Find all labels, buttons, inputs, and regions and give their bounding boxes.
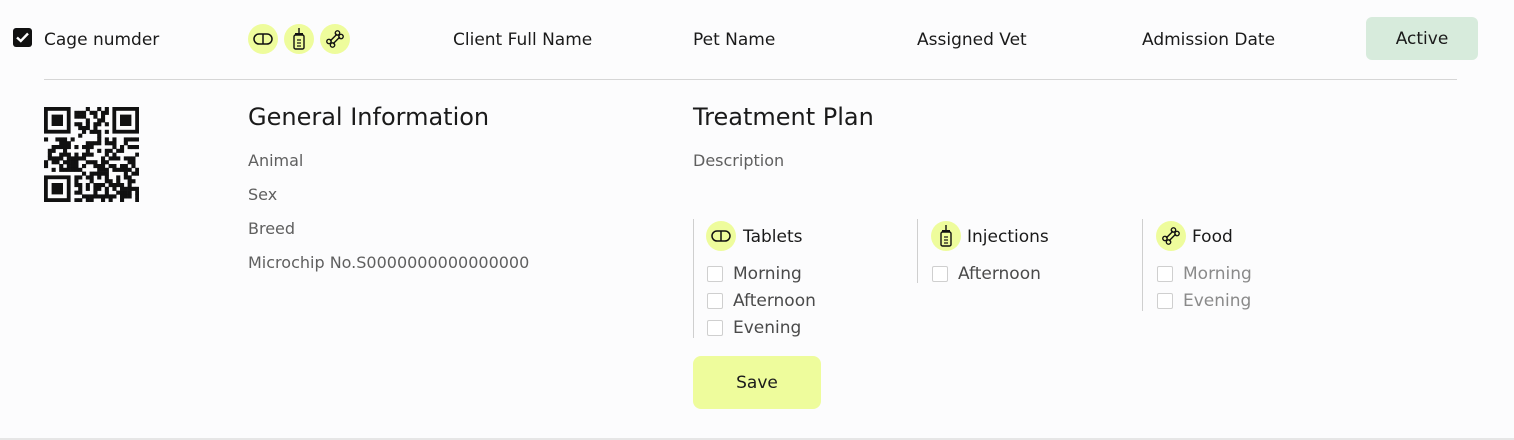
injections-title: Injections — [967, 227, 1049, 247]
row-checkbox[interactable] — [13, 28, 32, 47]
bone-icon — [320, 24, 350, 54]
general-info-title: General Information — [248, 103, 490, 131]
option-label: Afternoon — [958, 264, 1041, 284]
cage-number-label: Cage numder — [44, 30, 160, 50]
checkbox[interactable] — [707, 266, 723, 282]
food-divider — [1142, 219, 1143, 311]
status-badge[interactable]: Active — [1366, 17, 1478, 60]
vial-icon — [931, 221, 961, 251]
qr-code — [44, 107, 139, 202]
checkbox[interactable] — [1157, 293, 1173, 309]
admission-date-label: Admission Date — [1142, 30, 1276, 50]
checkmark-icon — [16, 32, 29, 43]
sex-label: Sex — [248, 185, 278, 204]
option-label: Morning — [1183, 264, 1252, 284]
save-button[interactable]: Save — [693, 356, 821, 409]
option-label: Evening — [1183, 291, 1252, 311]
checkbox[interactable] — [707, 320, 723, 336]
bone-icon — [1156, 221, 1186, 251]
tablets-evening-option[interactable]: Evening — [707, 318, 801, 338]
tablets-afternoon-option[interactable]: Afternoon — [707, 291, 816, 311]
assigned-vet-label: Assigned Vet — [917, 30, 1027, 50]
client-name-label: Client Full Name — [453, 30, 593, 50]
microchip-label: Microchip No.S0000000000000000 — [248, 253, 530, 272]
treatment-plan-title: Treatment Plan — [693, 103, 874, 131]
row-divider — [44, 79, 1457, 80]
tablets-divider — [693, 219, 694, 338]
option-label: Morning — [733, 264, 802, 284]
tablets-title: Tablets — [743, 227, 803, 247]
animal-label: Animal — [248, 151, 304, 170]
pet-name-label: Pet Name — [693, 30, 776, 50]
pill-icon — [248, 24, 278, 54]
injections-afternoon-option[interactable]: Afternoon — [932, 264, 1041, 284]
tablets-morning-option[interactable]: Morning — [707, 264, 802, 284]
food-title: Food — [1192, 227, 1233, 247]
vial-icon — [284, 24, 314, 54]
food-evening-option[interactable]: Evening — [1157, 291, 1251, 311]
checkbox[interactable] — [707, 293, 723, 309]
checkbox[interactable] — [932, 266, 948, 282]
pill-icon — [706, 221, 736, 251]
option-label: Evening — [733, 318, 802, 338]
injections-divider — [917, 219, 918, 283]
breed-label: Breed — [248, 219, 296, 238]
food-morning-option[interactable]: Morning — [1157, 264, 1252, 284]
description-label: Description — [693, 151, 785, 170]
option-label: Afternoon — [733, 291, 816, 311]
checkbox[interactable] — [1157, 266, 1173, 282]
